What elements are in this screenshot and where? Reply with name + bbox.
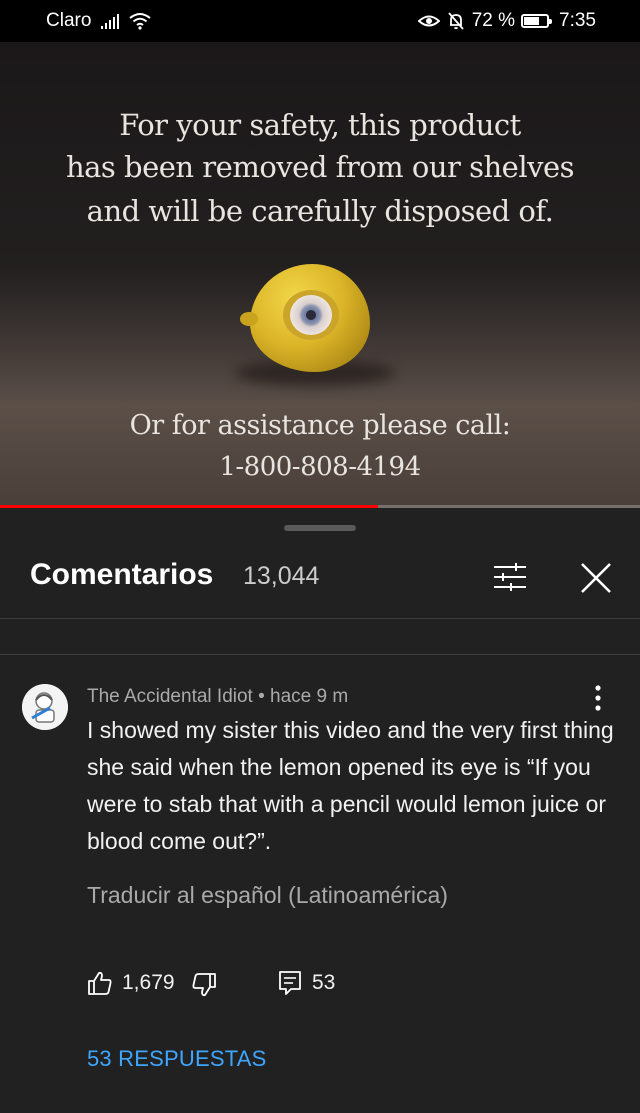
clock: 7:35 [559,10,596,31]
header-divider [0,618,640,619]
thumb-down-icon[interactable] [191,972,217,998]
video-caption-line-2: has been removed from our shelves [65,150,575,184]
bell-off-icon [448,12,464,30]
view-replies-button[interactable]: 53 RESPUESTAS [87,1046,266,1072]
avatar[interactable] [22,684,68,730]
video-progress-bar[interactable] [0,505,640,508]
thumb-up-icon[interactable] [87,970,113,996]
close-icon[interactable] [576,558,616,598]
drag-handle[interactable] [284,525,356,531]
lemon-with-eye [240,264,370,372]
comment-meta: The Accidental Idiot • hace 9 m [87,686,348,708]
comments-sheet: Comentarios 13,044 The Accidental Idiot … [0,512,640,1113]
video-assistance-text: Or for assistance please call: [129,410,511,441]
video-player[interactable]: For your safety, this product has been r… [0,42,640,508]
comments-count: 13,044 [243,562,320,590]
section-divider [0,654,640,655]
translate-link[interactable]: Traducir al español (Latinoamérica) [87,882,448,909]
video-progress-played [0,505,378,508]
comment-time: hace 9 m [270,686,349,707]
video-caption-line-1: For your safety, this product [119,108,521,142]
video-phone-number: 1-800-808-4194 [219,452,421,482]
comment-author[interactable]: The Accidental Idiot [87,686,253,707]
reply-count: 53 [312,971,336,994]
reply-comment-icon[interactable] [277,970,303,996]
status-bar: Claro 72 % 7:35 [0,0,640,42]
like-count: 1,679 [122,971,175,994]
wifi-icon [129,13,152,30]
carrier-label: Claro [46,10,92,31]
meta-separator: • [258,686,265,707]
comment-text: I showed my sister this video and the ve… [87,717,614,854]
eye-comfort-icon [417,15,440,27]
battery-icon [521,14,553,28]
more-vertical-icon[interactable] [592,684,604,712]
comments-title: Comentarios [30,558,214,591]
signal-icon [101,13,120,29]
battery-percent: 72 % [471,10,516,31]
sort-filter-icon[interactable] [492,562,528,592]
video-caption-line-3: and will be carefully disposed of. [86,194,554,228]
